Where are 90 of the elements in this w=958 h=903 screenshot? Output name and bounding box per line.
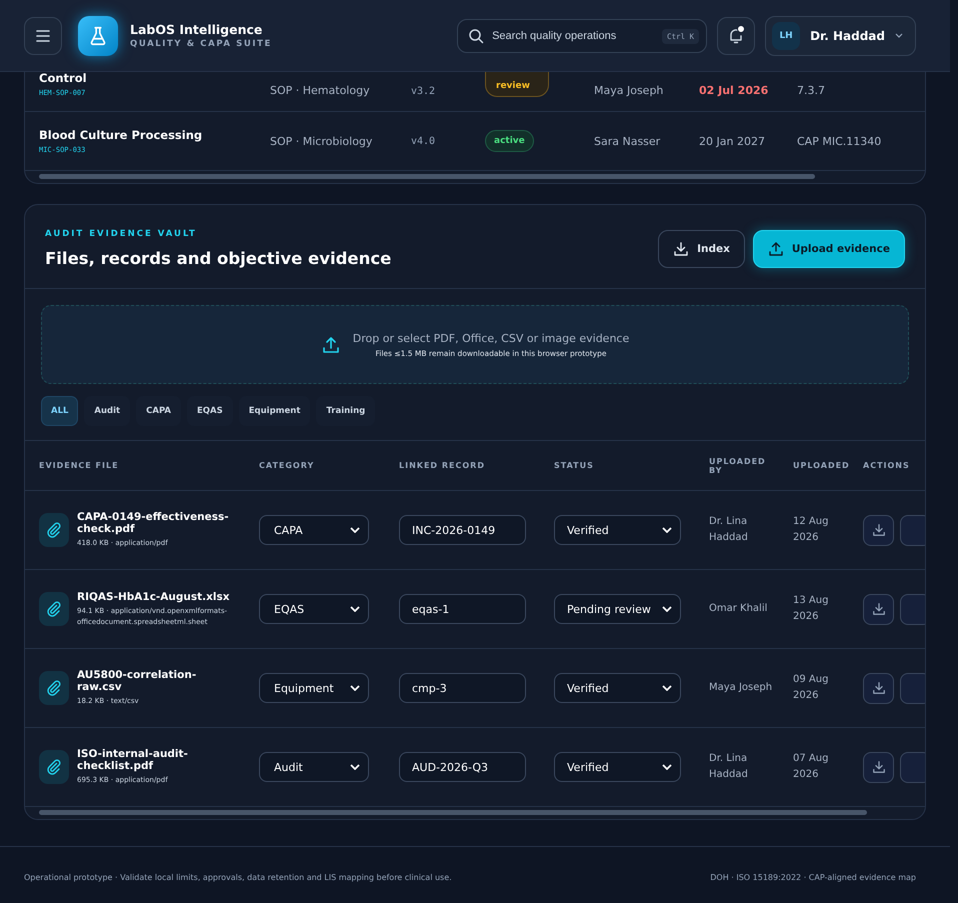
status-select[interactable]: Pending review (554, 594, 681, 624)
status-badge: active (485, 130, 534, 152)
column-header: CATEGORY (259, 461, 316, 470)
sop-name: Blood Culture Processing (39, 128, 204, 142)
chevron-down-icon (350, 606, 360, 612)
filter-chip[interactable]: CAPA (136, 396, 181, 426)
drop-zone-title: Drop or select PDF, Office, CSV or image evidence (352, 332, 630, 344)
download-icon (872, 681, 886, 695)
column-header: EVIDENCE FILE (39, 461, 120, 470)
table-cell-text: SOP · Microbiology (270, 134, 374, 148)
uploader-name: Dr. Lina Haddad (709, 515, 749, 545)
app-name: LabOS Intelligence (130, 22, 264, 37)
table-cell-text: Maya Joseph (594, 84, 664, 97)
table-cell-text: Sara Nasser (594, 134, 662, 148)
search-icon (468, 28, 484, 44)
upload-button[interactable]: Upload evidence (752, 230, 905, 268)
version-cell-text: v4.0 (411, 136, 436, 146)
menu-icon (36, 30, 50, 42)
index-button[interactable]: Index (658, 230, 745, 268)
download-button[interactable] (863, 752, 894, 782)
chevron-down-icon (662, 527, 672, 533)
file-name: RIQAS-HbA1c-August.xlsx (77, 591, 231, 604)
category-select[interactable]: EQAS (259, 594, 369, 624)
table-cell-text: 7.3.7 (797, 84, 826, 97)
column-header: UPLOADED (793, 461, 851, 470)
uploader-name: Maya Joseph (709, 681, 774, 695)
app-subtitle: QUALITY & CAPA SUITE (130, 39, 272, 49)
version-cell-text: v3.2 (411, 86, 436, 97)
notifications-button[interactable] (717, 16, 756, 54)
download-button[interactable] (863, 594, 894, 624)
paperclip-icon (39, 592, 69, 626)
chevron-down-icon (662, 764, 672, 770)
file-name: ISO-internal-audit-checklist.pdf (77, 748, 189, 772)
section-title: Files, records and objective evidence (45, 249, 392, 268)
chevron-down-icon (350, 527, 360, 533)
user-avatar: LH (772, 22, 800, 50)
chevron-down-icon (662, 606, 672, 612)
table-cell-text: CAP MIC.11340 (797, 134, 882, 148)
column-header: UPLOADED BY (709, 456, 767, 474)
linked-record-field[interactable]: eqas-1 (399, 594, 526, 624)
download-icon (872, 523, 886, 537)
paperclip-icon (39, 750, 69, 784)
upload-date: 13 Aug 2026 (793, 594, 830, 624)
due-date: 20 Jan 2027 (699, 134, 766, 148)
upload-icon (768, 240, 784, 256)
chevron-down-icon (662, 685, 672, 691)
linked-record-field[interactable]: cmp-3 (399, 673, 526, 703)
filter-chip[interactable]: Training (316, 396, 376, 426)
chevron-down-icon (350, 764, 360, 770)
chevron-down-icon (895, 33, 903, 38)
status-select[interactable]: Verified (554, 515, 681, 545)
download-button[interactable] (863, 514, 894, 546)
column-header: ACTIONS (863, 461, 911, 470)
download-icon (872, 760, 886, 774)
category-select[interactable]: CAPA (259, 515, 369, 545)
category-select[interactable]: Equipment (259, 673, 369, 703)
filter-chip[interactable]: Audit (84, 396, 130, 426)
flask-logo-icon (78, 16, 118, 56)
sop-name: Control (39, 71, 88, 85)
footer-standards: DOH · ISO 15189:2022 · CAP-aligned evidence map (710, 873, 916, 882)
due-date: 02 Jul 2026 (699, 84, 770, 97)
table-cell-text: SOP · Hematology (270, 84, 371, 97)
chevron-down-icon (350, 685, 360, 691)
user-menu-button[interactable]: LH Dr. Haddad (765, 16, 916, 56)
linked-record-field[interactable]: AUD-2026-Q3 (399, 752, 526, 782)
paperclip-icon (39, 512, 69, 547)
upload-date: 07 Aug 2026 (793, 752, 830, 782)
download-icon (673, 240, 690, 256)
section-eyebrow: AUDIT EVIDENCE VAULT (45, 229, 198, 239)
paperclip-icon (39, 670, 69, 705)
download-button[interactable] (863, 672, 894, 704)
download-icon (872, 602, 886, 616)
category-select[interactable]: Audit (259, 752, 369, 782)
filter-chip[interactable]: ALL (41, 396, 78, 426)
status-select[interactable]: Verified (554, 673, 681, 703)
uploader-name: Omar Khalil (709, 602, 768, 616)
menu-button[interactable] (24, 16, 62, 54)
column-header: LINKED RECORD (399, 461, 486, 470)
file-name: AU5800-correlation-raw.csv (77, 669, 198, 694)
uploader-name: Dr. Lina Haddad (709, 752, 749, 782)
file-name: CAPA-0149-effectiveness-check.pdf (77, 511, 230, 536)
upload-date: 12 Aug 2026 (793, 515, 830, 545)
filter-chip[interactable]: EQAS (186, 396, 233, 426)
upload-icon (320, 334, 341, 354)
filter-chip[interactable]: Equipment (238, 396, 310, 426)
status-select[interactable]: Verified (554, 752, 681, 782)
footer-disclaimer: Operational prototype · Validate local limits, approvals, data retention and LIS mapping before clinical use. (24, 873, 452, 882)
linked-record-field[interactable]: INC-2026-0149 (399, 515, 526, 545)
column-header: STATUS (554, 461, 595, 470)
upload-date: 09 Aug 2026 (793, 673, 830, 703)
